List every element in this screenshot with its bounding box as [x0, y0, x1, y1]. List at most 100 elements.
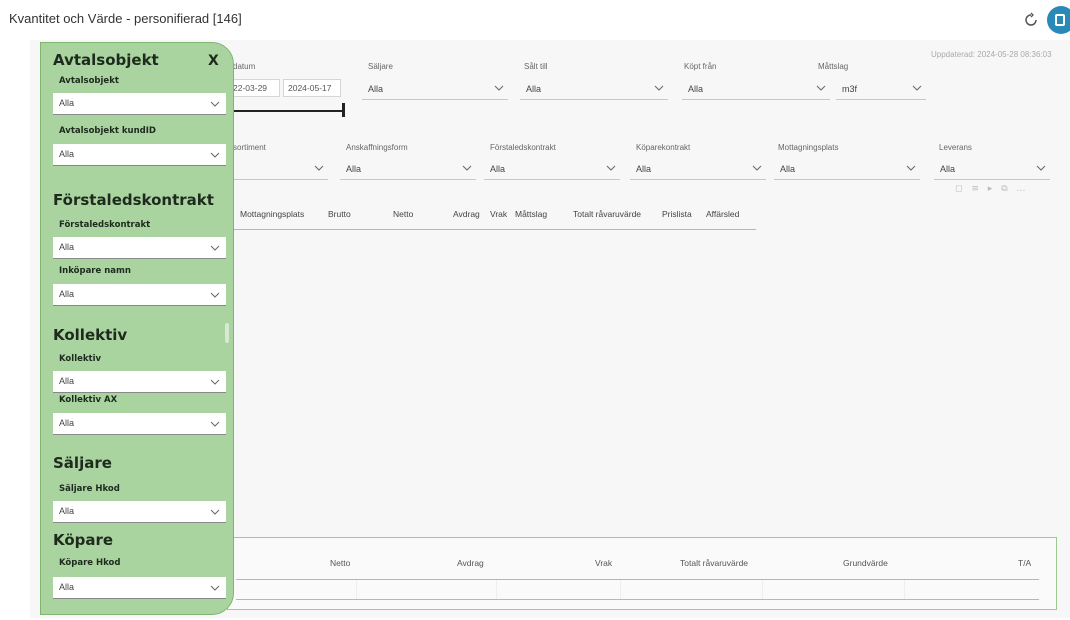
section-kopare: Köpare — [53, 531, 114, 549]
sortiment-dropdown[interactable] — [228, 161, 328, 180]
focus-mode-icon[interactable]: ⧉ — [1001, 184, 1010, 194]
drill-icon[interactable]: ▸ — [988, 184, 996, 194]
chevron-down-icon — [210, 101, 220, 107]
salt-till-value: Alla — [526, 84, 542, 94]
date-slider-handle[interactable] — [342, 103, 345, 117]
forstaledskontrakt-dropdown[interactable]: Alla — [484, 161, 620, 180]
chevron-down-icon — [210, 379, 220, 385]
field-label: Kollektiv — [59, 354, 102, 364]
date-to-input[interactable]: 2024-05-17 — [283, 79, 341, 97]
mottagningsplats-dropdown[interactable]: Alla — [774, 161, 920, 180]
column-header[interactable]: Netto — [393, 209, 413, 219]
chevron-down-icon — [606, 165, 616, 171]
more-options-icon[interactable]: … — [1017, 184, 1029, 194]
filter-icon[interactable]: ≡ — [971, 184, 982, 194]
column-header[interactable]: Avdrag — [453, 209, 480, 219]
forstaledskontrakt-value: Alla — [490, 164, 506, 174]
chevron-down-icon — [210, 509, 220, 515]
chevron-down-icon — [654, 85, 664, 91]
title-bar: Kvantitet och Värde - personifierad [146… — [0, 0, 1070, 40]
dropdown-value: Alla — [59, 376, 75, 386]
kopt-fran-dropdown[interactable]: Alla — [682, 81, 830, 100]
forstaledskontrakt-panel-dropdown[interactable]: Alla — [53, 237, 226, 259]
column-header[interactable]: Affärsled — [706, 209, 739, 219]
chevron-down-icon — [210, 152, 220, 158]
dropdown-value: Alla — [59, 418, 75, 428]
anskaffningsform-label: Anskaffningsform — [346, 143, 408, 152]
saljare-hkod-dropdown[interactable]: Alla — [53, 501, 226, 523]
avtalsobjekt-kundid-dropdown[interactable]: Alla — [53, 144, 226, 166]
kollektiv-ax-dropdown[interactable]: Alla — [53, 413, 226, 435]
dropdown-value: Alla — [59, 149, 75, 159]
summary-column-header: T/A — [1018, 558, 1032, 568]
datum-label: datum — [233, 62, 256, 71]
chevron-down-icon — [210, 292, 220, 298]
date-from-input[interactable]: 22-03-29 — [228, 79, 280, 97]
summary-cell-divider — [620, 580, 621, 600]
summary-cell-divider — [496, 580, 497, 600]
saljare-dropdown[interactable]: Alla — [362, 81, 508, 100]
anskaffningsform-value: Alla — [346, 164, 362, 174]
summary-column-header: Grundvärde — [843, 558, 888, 568]
chevron-down-icon — [462, 165, 472, 171]
summary-bottom-divider — [236, 599, 1039, 600]
mattslag-dropdown[interactable]: m3f — [836, 81, 926, 100]
report-title: Kvantitet och Värde - personifierad [146… — [9, 11, 242, 26]
filter-panel: Avtalsobjekt X Avtalsobjekt Alla Avtalso… — [40, 42, 234, 615]
chat-button[interactable] — [1047, 6, 1070, 34]
column-header[interactable]: Måttslag — [515, 209, 547, 219]
table-header: Mottagningsplats Brutto Netto Avdrag Vra… — [230, 204, 760, 228]
chevron-down-icon — [494, 85, 504, 91]
koparekontrakt-label: Köparekontrakt — [636, 143, 691, 152]
forstaledskontrakt-label: Förstaledskontrakt — [490, 143, 556, 152]
column-header[interactable]: Brutto — [328, 209, 351, 219]
summary-column-header: Avdrag — [457, 558, 484, 568]
chevron-down-icon — [752, 165, 762, 171]
salt-till-dropdown[interactable]: Alla — [520, 81, 668, 100]
summary-table: Netto Avdrag Vrak Totalt råvaruvärde Gru… — [227, 537, 1057, 610]
mottagningsplats-value: Alla — [780, 164, 796, 174]
chevron-down-icon — [1036, 165, 1046, 171]
chevron-down-icon — [314, 165, 324, 171]
dropdown-value: Alla — [59, 289, 75, 299]
field-label: Köpare Hkod — [59, 558, 121, 568]
pin-icon[interactable]: ◻ — [955, 184, 965, 194]
koparekontrakt-dropdown[interactable]: Alla — [630, 161, 766, 180]
anskaffningsform-dropdown[interactable]: Alla — [340, 161, 476, 180]
summary-column-header: Totalt råvaruvärde — [680, 558, 749, 568]
date-slider-track[interactable] — [225, 110, 343, 112]
dropdown-value: Alla — [59, 242, 75, 252]
leverans-dropdown[interactable]: Alla — [934, 161, 1050, 180]
mattslag-label: Måttslag — [818, 62, 849, 71]
field-label: Avtalsobjekt kundID — [59, 126, 156, 136]
refresh-icon[interactable] — [1023, 12, 1039, 28]
field-label: Förstaledskontrakt — [59, 220, 151, 230]
chevron-down-icon — [906, 165, 916, 171]
column-header[interactable]: Mottagningsplats — [240, 209, 304, 219]
chevron-down-icon — [210, 421, 220, 427]
close-panel-button[interactable]: X — [208, 53, 219, 69]
updated-timestamp: Uppdaterad: 2024-05-28 08:36:03 — [931, 50, 1052, 59]
summary-column-header: Netto — [330, 558, 351, 568]
table-header-divider — [230, 229, 756, 230]
panel-scrollbar[interactable] — [225, 323, 229, 343]
field-label: Kollektiv AX — [59, 395, 118, 405]
dropdown-value: Alla — [59, 98, 75, 108]
kollektiv-dropdown[interactable]: Alla — [53, 371, 226, 393]
summary-column-header: Vrak — [595, 558, 613, 568]
visual-toolbar[interactable]: ◻ ≡ ▸ ⧉ … — [955, 184, 1029, 194]
column-header[interactable]: Vrak — [490, 209, 507, 219]
summary-cell-divider — [904, 580, 905, 600]
inkopare-namn-dropdown[interactable]: Alla — [53, 284, 226, 306]
mattslag-value: m3f — [842, 84, 858, 94]
column-header[interactable]: Totalt råvaruvärde — [573, 209, 641, 219]
leverans-label: Leverans — [939, 143, 972, 152]
section-saljare: Säljare — [53, 454, 112, 472]
chevron-down-icon — [210, 245, 220, 251]
kopare-hkod-dropdown[interactable]: Alla — [53, 577, 226, 599]
avtalsobjekt-dropdown[interactable]: Alla — [53, 93, 226, 115]
section-kollektiv: Kollektiv — [53, 326, 128, 344]
chat-icon — [1055, 14, 1065, 26]
column-header[interactable]: Prislista — [662, 209, 692, 219]
summary-cell-divider — [762, 580, 763, 600]
